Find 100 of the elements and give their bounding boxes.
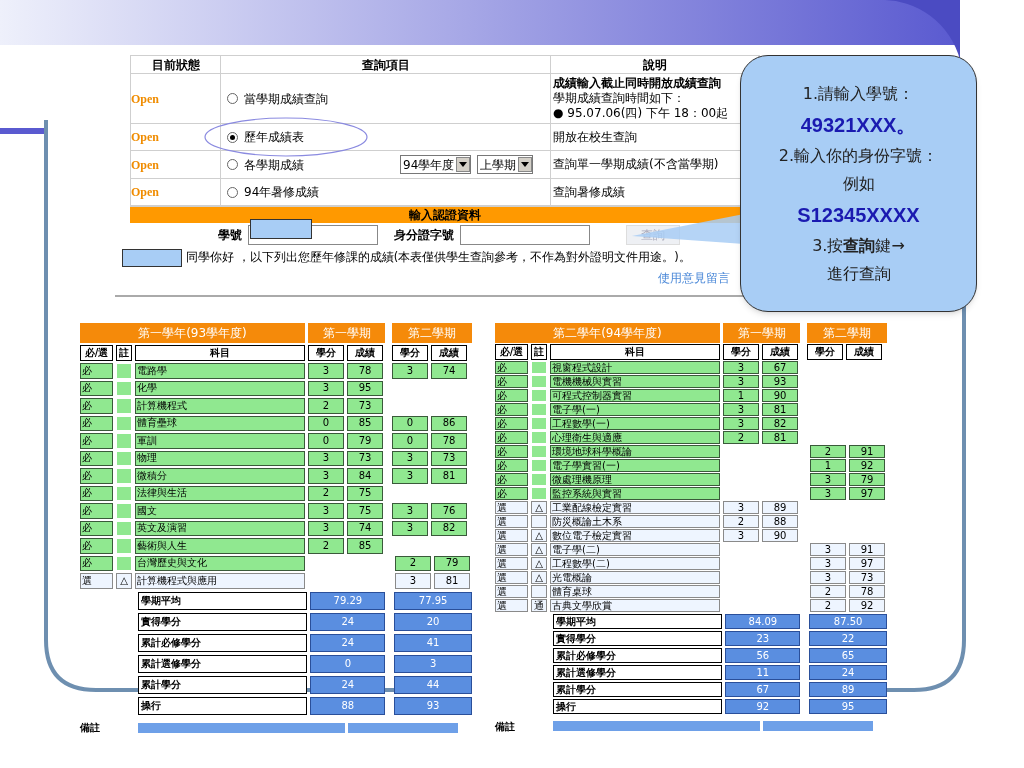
status-text: Open	[131, 90, 159, 108]
feedback-link[interactable]: 使用意見留言	[658, 269, 730, 287]
radio-button[interactable]	[227, 93, 238, 104]
course-name-cell: 化學	[135, 380, 305, 396]
note-cell: △	[531, 571, 547, 584]
status-text: Open	[131, 156, 159, 174]
course-name-cell: 工業配線檢定實習	[550, 501, 720, 514]
score-cell: 76	[431, 503, 467, 519]
score-cell: 91	[849, 543, 885, 556]
summary-label: 累計必修學分	[553, 648, 723, 663]
summary-value: 24	[310, 612, 386, 631]
example-code: 49321XXX。	[800, 112, 917, 138]
summary-value: 92	[725, 699, 801, 714]
course-name-cell: 可程式控制器實習	[550, 389, 720, 402]
course-name-cell: 軍訓	[135, 433, 305, 449]
option-label: 94年暑修成績	[244, 184, 321, 201]
summary-value: 24	[809, 665, 887, 680]
summary-value: 67	[725, 682, 801, 697]
summary-label: 操行	[138, 696, 308, 715]
column-header: 成績	[431, 345, 467, 361]
type-cell: 選	[495, 599, 528, 612]
example-code: S12345XXXX	[797, 202, 920, 228]
credit-cell: 0	[308, 415, 344, 431]
column-header: 學分	[392, 345, 428, 361]
dropdown[interactable]: 94學年度	[400, 155, 472, 174]
type-cell: 選	[495, 515, 528, 528]
note-cell: △	[531, 501, 547, 514]
option-label: 歷年成績表	[244, 129, 305, 146]
note-cell	[116, 363, 132, 379]
field-label: 學號	[218, 227, 242, 244]
summary-value: 65	[809, 648, 887, 663]
note-cell	[116, 450, 132, 466]
radio-button[interactable]	[227, 131, 238, 143]
note-cell	[116, 380, 132, 396]
credit-cell: 0	[308, 433, 344, 449]
option-label: 各學期成績	[244, 156, 305, 174]
column-header: 必/選	[495, 344, 528, 360]
radio-button[interactable]	[227, 186, 238, 198]
credit-cell: 3	[810, 487, 846, 500]
course-name-cell: 環境地球科學概論	[550, 445, 720, 458]
credit-cell: 3	[723, 375, 759, 388]
course-name-cell: 電子學實習(一)	[550, 459, 720, 472]
credit-cell: 2	[308, 538, 344, 554]
type-cell: 必	[80, 363, 113, 379]
score-cell: 82	[431, 520, 467, 536]
credit-cell: 2	[308, 398, 344, 414]
summary-label: 操行	[553, 699, 723, 714]
score-cell: 73	[849, 571, 885, 584]
credit-cell: 3	[308, 503, 344, 519]
course-name-cell: 台灣歷史與文化	[135, 555, 305, 571]
course-name-cell: 監控系統與實習	[550, 487, 720, 500]
note-cell	[116, 538, 132, 554]
type-cell: 選	[80, 573, 113, 589]
credit-cell: 0	[392, 433, 428, 449]
summary-label: 學期平均	[553, 614, 723, 629]
summary-value: 89	[809, 682, 887, 697]
score-cell: 81	[434, 573, 470, 589]
credit-cell: 3	[723, 417, 759, 430]
credit-cell: 3	[723, 501, 759, 514]
instruction-text: 進行查詢	[826, 262, 891, 285]
score-cell: 78	[347, 363, 383, 379]
summary-value: 88	[310, 696, 386, 715]
type-cell: 必	[80, 468, 113, 484]
credit-cell: 2	[308, 485, 344, 501]
field-label: 身分證字號	[394, 227, 454, 244]
credit-cell: 3	[392, 503, 428, 519]
input-field[interactable]	[460, 225, 590, 245]
note-cell	[531, 515, 547, 528]
course-name-cell: 電路學	[135, 363, 305, 379]
score-cell: 79	[434, 555, 470, 571]
summary-label: 累計學分	[138, 675, 308, 694]
radio-button[interactable]	[227, 159, 238, 170]
type-cell: 必	[80, 433, 113, 449]
score-cell: 81	[762, 431, 798, 444]
credit-cell: 3	[810, 473, 846, 486]
notice-text: 同學你好 ，以下列出您歷年修課的成績(本表僅供學生查詢參考，不作為對外證明文件用途。)。	[186, 249, 691, 267]
score-cell: 79	[347, 433, 383, 449]
score-cell: 88	[762, 515, 798, 528]
course-name-cell: 體育桌球	[550, 585, 720, 598]
score-cell: 73	[431, 450, 467, 466]
status-text: Open	[131, 129, 159, 146]
type-cell: 選	[495, 543, 528, 556]
score-cell: 91	[849, 445, 885, 458]
type-cell: 必	[495, 361, 528, 374]
remarks-label: 備註	[495, 719, 516, 734]
score-cell: 85	[347, 538, 383, 554]
credit-cell: 3	[392, 468, 428, 484]
credit-cell: 3	[308, 520, 344, 536]
caret-icon	[518, 157, 533, 172]
note-cell	[531, 375, 547, 388]
type-cell: 必	[80, 555, 113, 571]
type-cell: 必	[80, 450, 113, 466]
type-cell: 必	[495, 389, 528, 402]
status-text: Open	[131, 184, 159, 201]
credit-cell: 3	[723, 403, 759, 416]
dropdown[interactable]: 上學期	[477, 155, 534, 174]
credit-cell: 3	[308, 468, 344, 484]
instruction-text: 例如	[842, 172, 875, 195]
score-cell: 74	[347, 520, 383, 536]
course-name-cell: 物理	[135, 450, 305, 466]
